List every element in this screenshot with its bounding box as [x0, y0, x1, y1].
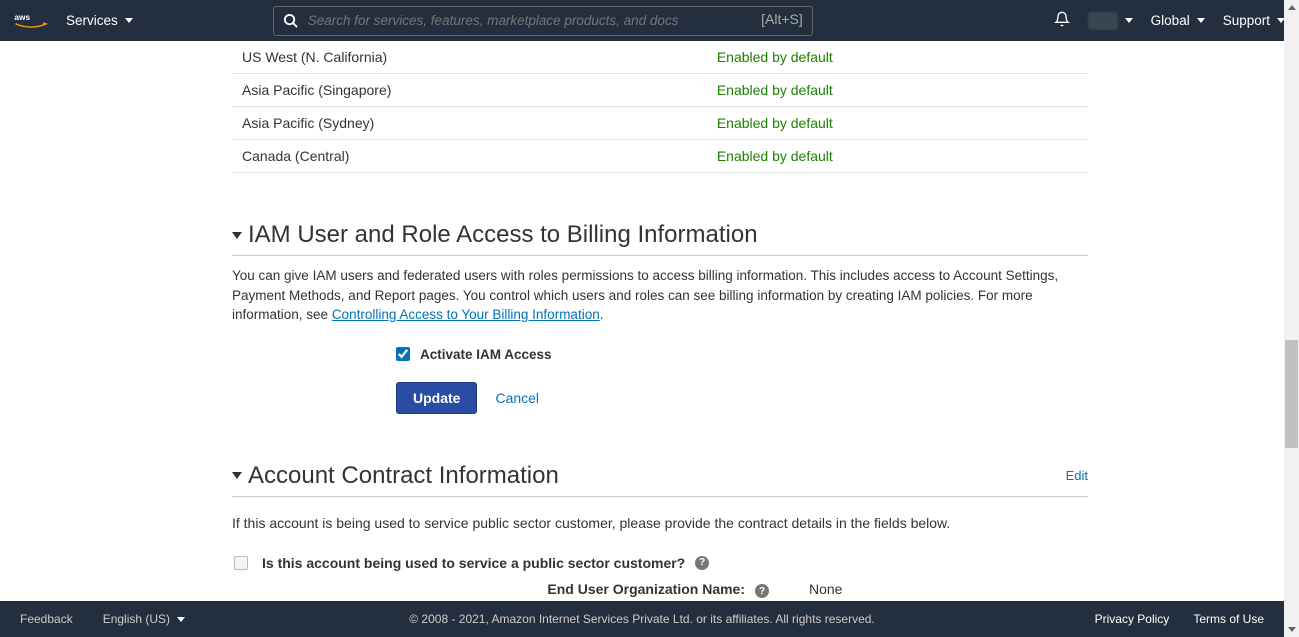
account-name-blurred [1088, 12, 1118, 30]
table-row: Canada (Central) Enabled by default [232, 140, 1088, 173]
region-status: Enabled by default [717, 82, 833, 98]
contract-heading: Account Contract Information [248, 462, 559, 490]
iam-heading-row[interactable]: IAM User and Role Access to Billing Info… [232, 221, 1088, 256]
regions-table: US West (N. California) Enabled by defaul… [232, 41, 1088, 173]
public-sector-row: Is this account being used to service a … [232, 555, 1088, 571]
search-shortcut: [Alt+S] [761, 11, 803, 27]
enduser-label: End User Organization Name: [547, 581, 745, 597]
contract-description: If this account is being used to service… [232, 515, 1088, 531]
services-menu[interactable]: Services [66, 13, 133, 28]
region-name: Asia Pacific (Singapore) [242, 82, 391, 98]
feedback-link[interactable]: Feedback [20, 612, 73, 626]
cancel-button[interactable]: Cancel [495, 390, 539, 406]
caret-down-icon [177, 617, 185, 622]
update-button[interactable]: Update [396, 382, 477, 414]
search-wrap: [Alt+S] [273, 6, 813, 36]
region-name: US West (N. California) [242, 49, 387, 65]
scrollbar-thumb[interactable] [1285, 340, 1298, 448]
enduser-row: End User Organization Name:? None [232, 581, 1088, 599]
services-label: Services [66, 13, 118, 28]
table-row: Asia Pacific (Singapore) Enabled by defau… [232, 74, 1088, 107]
caret-down-icon [1197, 18, 1205, 23]
activate-iam-row: Activate IAM Access [396, 347, 1088, 362]
caret-down-icon [125, 18, 133, 23]
copyright-text: © 2008 - 2021, Amazon Internet Services … [409, 612, 875, 626]
bell-icon[interactable] [1054, 11, 1070, 30]
iam-heading: IAM User and Role Access to Billing Info… [248, 221, 758, 249]
aws-logo[interactable]: aws [14, 11, 48, 31]
caret-down-icon [1125, 18, 1133, 23]
footer: Feedback English (US) © 2008 - 2021, Ama… [0, 601, 1284, 637]
region-status: Enabled by default [717, 148, 833, 164]
privacy-link[interactable]: Privacy Policy [1095, 612, 1170, 626]
account-menu[interactable] [1088, 12, 1133, 30]
region-status: Enabled by default [717, 115, 833, 131]
activate-iam-label: Activate IAM Access [420, 347, 552, 362]
language-label: English (US) [103, 612, 170, 626]
contract-heading-row[interactable]: Account Contract Information Edit [232, 462, 1088, 497]
scroll-down-arrow[interactable] [1284, 622, 1299, 637]
table-row: US West (N. California) Enabled by defaul… [232, 41, 1088, 74]
activate-iam-checkbox[interactable] [396, 347, 410, 361]
search-icon [283, 13, 298, 31]
contract-section: Account Contract Information Edit If thi… [232, 462, 1088, 601]
region-menu[interactable]: Global [1151, 13, 1205, 28]
support-label: Support [1223, 13, 1270, 28]
table-row: Asia Pacific (Sydney) Enabled by default [232, 107, 1088, 140]
region-name: Canada (Central) [242, 148, 349, 164]
collapse-icon [232, 232, 242, 239]
search-input[interactable] [273, 6, 813, 36]
region-name: Asia Pacific (Sydney) [242, 115, 374, 131]
public-sector-checkbox[interactable] [234, 556, 248, 570]
edit-link[interactable]: Edit [1066, 468, 1088, 483]
top-nav: aws Services [Alt+S] Global Support [0, 0, 1299, 41]
terms-link[interactable]: Terms of Use [1193, 612, 1264, 626]
scroll-up-arrow[interactable] [1284, 0, 1299, 15]
iam-section: IAM User and Role Access to Billing Info… [232, 221, 1088, 414]
enduser-value: None [809, 581, 842, 597]
iam-description: You can give IAM users and federated use… [232, 266, 1088, 325]
region-label: Global [1151, 13, 1190, 28]
language-selector[interactable]: English (US) [103, 612, 185, 626]
help-icon[interactable]: ? [755, 584, 769, 598]
vertical-scrollbar[interactable] [1284, 0, 1299, 637]
collapse-icon [232, 472, 242, 479]
public-sector-question: Is this account being used to service a … [262, 555, 685, 571]
billing-access-link[interactable]: Controlling Access to Your Billing Infor… [332, 307, 600, 322]
svg-text:aws: aws [14, 11, 30, 21]
support-menu[interactable]: Support [1223, 13, 1285, 28]
page-body: US West (N. California) Enabled by defaul… [0, 41, 1284, 601]
help-icon[interactable]: ? [695, 556, 709, 570]
region-status: Enabled by default [717, 49, 833, 65]
